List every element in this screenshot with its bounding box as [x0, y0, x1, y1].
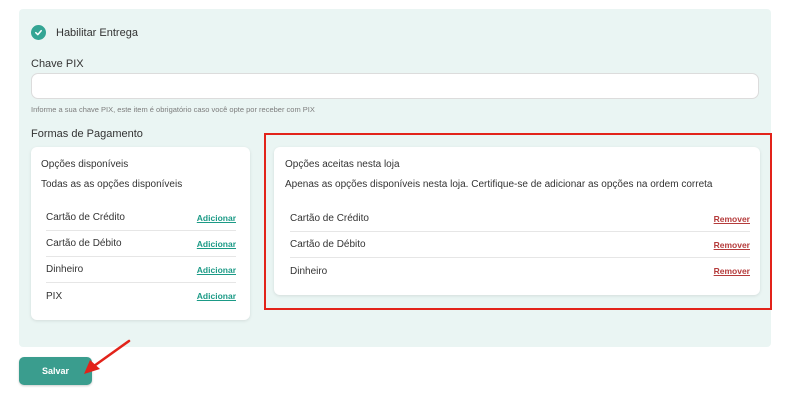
accepted-options-title: Opções aceitas nesta loja [285, 159, 400, 170]
list-item: Cartão de Débito Remover [290, 232, 750, 258]
list-item: Dinheiro Remover [290, 258, 750, 284]
payment-method-label: Cartão de Crédito [46, 212, 125, 223]
available-options-card: Opções disponíveis Todas as as opções di… [31, 147, 250, 320]
payment-method-label: Cartão de Crédito [290, 213, 369, 224]
payment-methods-label: Formas de Pagamento [31, 128, 143, 140]
list-item: Cartão de Crédito Remover [290, 206, 750, 232]
add-credit-card-link[interactable]: Adicionar [197, 213, 236, 223]
pix-key-label: Chave PIX [31, 58, 84, 70]
list-item: PIX Adicionar [46, 283, 236, 309]
add-debit-card-link[interactable]: Adicionar [197, 239, 236, 249]
available-options-subtitle: Todas as as opções disponíveis [41, 179, 183, 190]
accepted-options-subtitle: Apenas as opções disponíveis nesta loja.… [285, 179, 713, 190]
annotation-arrow-icon [84, 339, 131, 374]
checkmark-circle-icon[interactable] [31, 25, 46, 40]
payment-method-label: Cartão de Débito [290, 239, 366, 250]
pix-key-help-text: Informe a sua chave PIX, este item é obr… [31, 105, 315, 114]
list-item: Cartão de Débito Adicionar [46, 231, 236, 257]
payment-method-label: PIX [46, 290, 63, 302]
enable-delivery-label: Habilitar Entrega [56, 26, 138, 39]
remove-credit-card-link[interactable]: Remover [714, 214, 750, 224]
payment-method-label: Cartão de Débito [46, 238, 122, 249]
payment-method-label: Dinheiro [46, 264, 84, 275]
list-item: Dinheiro Adicionar [46, 257, 236, 283]
list-item: Cartão de Crédito Adicionar [46, 205, 236, 231]
remove-cash-link[interactable]: Remover [714, 266, 750, 276]
payment-method-label: Dinheiro [290, 265, 328, 277]
available-options-list: Cartão de Crédito Adicionar Cartão de Dé… [46, 205, 236, 309]
available-options-title: Opções disponíveis [41, 159, 129, 170]
accepted-options-card: Opções aceitas nesta loja Apenas as opçõ… [274, 147, 760, 295]
remove-debit-card-link[interactable]: Remover [714, 240, 750, 250]
add-pix-link[interactable]: Adicionar [197, 291, 236, 301]
enable-delivery-row[interactable]: Habilitar Entrega [31, 25, 138, 40]
add-cash-link[interactable]: Adicionar [197, 265, 236, 275]
delivery-settings-panel: Habilitar Entrega Chave PIX Informe a su… [19, 9, 771, 347]
pix-key-input[interactable] [31, 73, 759, 99]
accepted-options-list: Cartão de Crédito Remover Cartão de Débi… [290, 206, 750, 284]
